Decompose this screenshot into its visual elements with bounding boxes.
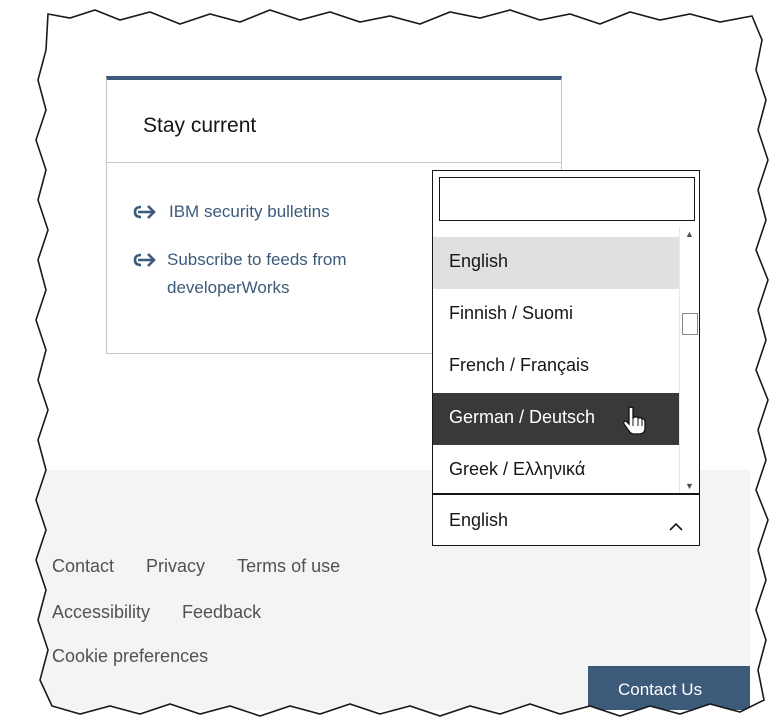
torn-edge-frame — [0, 0, 774, 726]
